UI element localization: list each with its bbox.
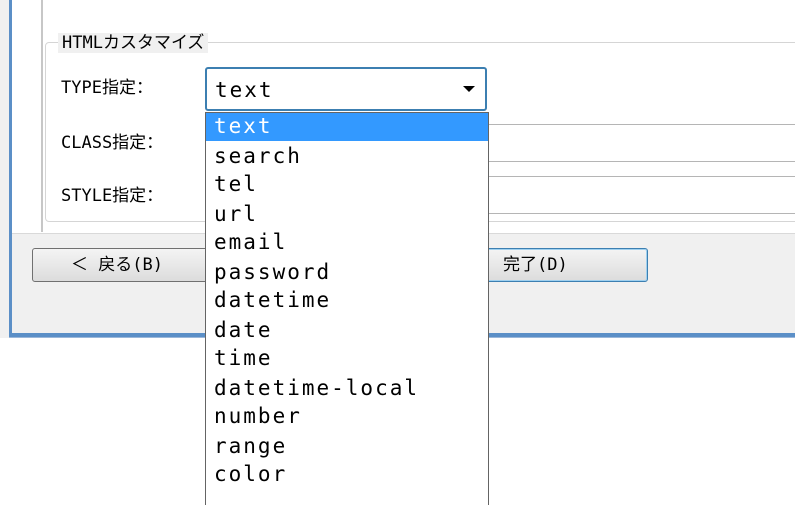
screen: HTMLカスタマイズ TYPE指定： CLASS指定： STYLE指定： tex… [0,0,795,505]
dropdown-option-date[interactable]: date [206,317,488,345]
type-combobox-value: text [215,78,274,102]
dropdown-option-time[interactable]: time [206,345,488,373]
dropdown-option-datetime-local[interactable]: datetime-local [206,375,488,403]
type-combobox[interactable]: text [205,67,487,111]
class-input[interactable] [488,124,795,162]
panel-divider [41,0,43,232]
type-label: TYPE指定： [61,78,153,98]
dropdown-option-email[interactable]: email [206,229,488,257]
groupbox-title: HTMLカスタマイズ [58,33,209,53]
style-label: STYLE指定： [61,186,164,206]
dropdown-option-tel[interactable]: tel [206,171,488,199]
dropdown-option-search[interactable]: search [206,143,488,171]
dropdown-option-datetime[interactable]: datetime [206,287,488,315]
class-label: CLASS指定： [61,133,164,153]
dropdown-option-url[interactable]: url [206,201,488,229]
window-frame-left [9,0,12,336]
style-input[interactable] [488,176,795,214]
dropdown-option-password[interactable]: password [206,259,488,287]
dropdown-option-text[interactable]: text [206,113,488,141]
dropdown-option-range[interactable]: range [206,433,488,461]
chevron-down-icon[interactable] [463,86,475,92]
dropdown-option-color[interactable]: color [206,461,488,489]
type-dropdown-list[interactable]: text search tel url email password datet… [205,112,489,505]
dropdown-option-number[interactable]: number [206,403,488,431]
back-button[interactable]: ＜ 戻る(B) [32,248,212,282]
